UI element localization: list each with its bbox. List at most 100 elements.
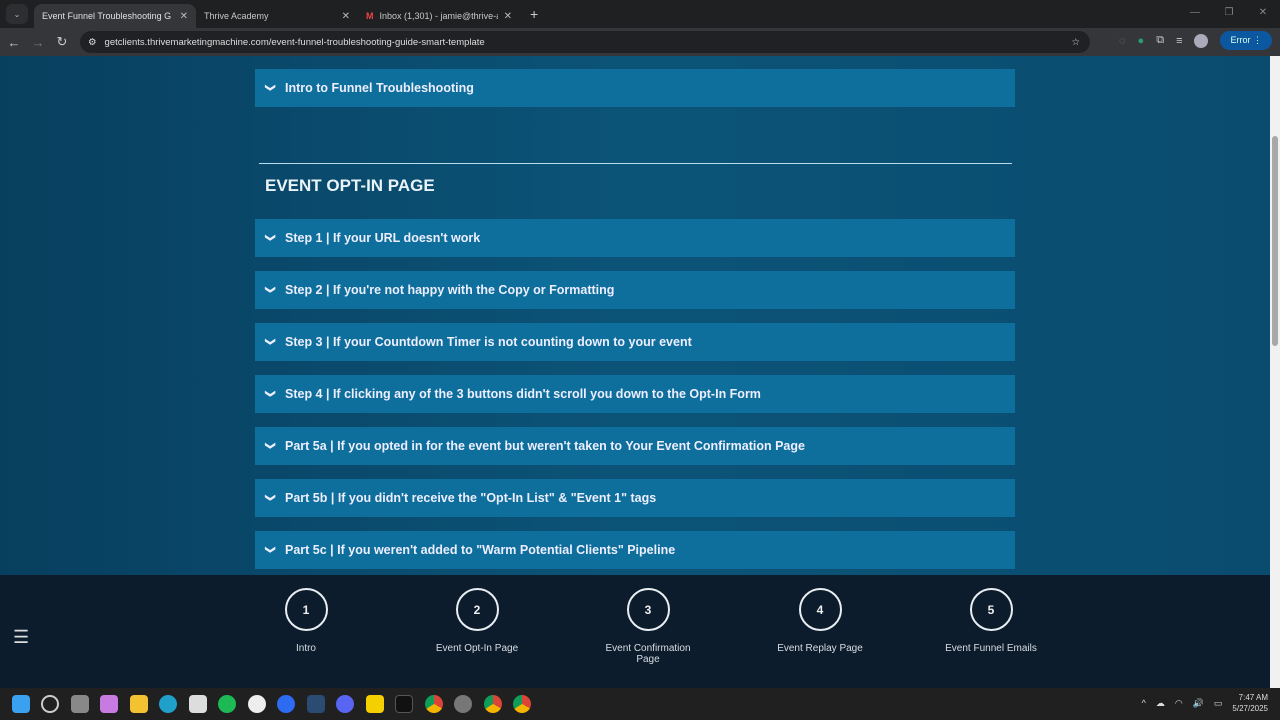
terminal-icon[interactable] (395, 695, 413, 713)
accordion-item[interactable]: ❯ Step 3 | If your Countdown Timer is not… (255, 323, 1015, 361)
profile-error-button[interactable]: Error ⋮ (1220, 31, 1272, 50)
step-label: Event Confirmation Page (605, 643, 691, 665)
windows-start-icon[interactable] (11, 695, 30, 713)
accordion-item[interactable]: ❯ Step 4 | If clicking any of the 3 butto… (255, 375, 1015, 413)
step-nav-item[interactable]: 3 Event Confirmation Page (593, 588, 703, 665)
accordion-label: Part 5a | If you opted in for the event … (285, 439, 805, 453)
forward-icon[interactable]: → (26, 35, 50, 50)
step-number-circle[interactable]: 5 (969, 588, 1013, 631)
close-tab-icon[interactable]: ✕ (504, 11, 512, 22)
spotify-icon[interactable] (218, 695, 236, 713)
section-title: EVENT OPT-IN PAGE (265, 176, 435, 195)
step-label: Event Funnel Emails (945, 643, 1037, 654)
tab-bar: ⌄ Event Funnel Troubleshooting G ✕ Thrive… (0, 0, 1280, 28)
discord-icon[interactable] (336, 695, 354, 713)
accordion-item[interactable]: ❯ Step 2 | If you're not happy with the C… (255, 271, 1015, 309)
url-text: getclients.thrivemarketingmachine.com/ev… (104, 36, 485, 48)
restore-icon[interactable]: ❐ (1212, 0, 1246, 26)
hamburger-menu-icon[interactable]: ☰ (13, 627, 29, 648)
tab-thrive-academy[interactable]: Thrive Academy ✕ (196, 4, 358, 28)
site-settings-icon[interactable]: ⚙ (88, 37, 97, 48)
close-tab-icon[interactable]: ✕ (342, 11, 350, 22)
step-nav-item[interactable]: 2 Event Opt-In Page (422, 588, 532, 654)
chrome-icon[interactable] (483, 695, 502, 713)
step-label: Event Replay Page (777, 643, 863, 654)
search-icon[interactable] (41, 695, 59, 713)
accordion-label: Step 3 | If your Countdown Timer is not … (285, 335, 692, 349)
extensions-puzzle-icon[interactable]: ⧉ (1156, 34, 1164, 47)
avatar[interactable] (1194, 33, 1209, 48)
bookmark-star-icon[interactable]: ☆ (1071, 37, 1080, 48)
close-window-icon[interactable]: ✕ (1246, 0, 1280, 26)
step-nav-item[interactable]: 4 Event Replay Page (765, 588, 875, 654)
clock[interactable]: 7:47 AM 5/27/2025 (1232, 692, 1268, 714)
step-number-circle[interactable]: 2 (455, 588, 499, 631)
new-tab-button[interactable]: + (530, 6, 538, 22)
chevron-down-icon: ❯ (264, 233, 276, 242)
volume-icon[interactable]: 🔊 (1193, 698, 1204, 709)
tab-title: Event Funnel Troubleshooting G (42, 11, 172, 21)
chevron-down-icon: ❯ (264, 83, 276, 92)
wifi-icon[interactable]: ◠ (1175, 698, 1183, 709)
reload-icon[interactable]: ↻ (50, 34, 74, 50)
accordion-intro[interactable]: ❯ Intro to Funnel Troubleshooting (255, 69, 1015, 107)
accordion-label: Step 1 | If your URL doesn't work (285, 231, 481, 245)
steam-icon[interactable] (306, 695, 325, 713)
tab-list-button[interactable]: ⌄ (6, 4, 28, 24)
chevron-down-icon: ❯ (264, 545, 276, 554)
task-view-icon[interactable] (70, 695, 89, 713)
url-bar[interactable]: ⚙ getclients.thrivemarketingmachine.com/e… (80, 31, 1090, 53)
file-explorer-icon[interactable] (129, 695, 148, 713)
accordion-label: Intro to Funnel Troubleshooting (285, 81, 474, 95)
accordion-item[interactable]: ❯ Part 5b | If you didn't receive the "Op… (255, 479, 1015, 517)
step-number-circle[interactable]: 4 (798, 588, 842, 631)
accordion-item[interactable]: ❯ Step 1 | If your URL doesn't work (255, 219, 1015, 257)
taskbar: ^ ☁ ◠ 🔊 ▭ 7:47 AM 5/27/2025 (0, 688, 1280, 720)
page-content: ❯ Intro to Funnel Troubleshooting EVENT O… (0, 56, 1270, 688)
step-number-circle[interactable]: 3 (626, 588, 670, 631)
bottom-step-nav: ☰ 1 Intro 2 Event Opt-In Page 3 Event Confirm… (0, 575, 1270, 688)
store-icon[interactable] (188, 695, 207, 713)
chevron-down-icon: ❯ (264, 285, 276, 294)
step-label: Intro (295, 643, 316, 654)
close-tab-icon[interactable]: ✕ (180, 11, 188, 22)
step-nav-item[interactable]: 1 Intro (251, 588, 361, 654)
grammarly-icon[interactable]: ● (1138, 35, 1145, 47)
zoom-icon[interactable] (277, 695, 295, 713)
chevron-down-icon: ❯ (264, 441, 276, 450)
accordion-item[interactable]: ❯ Part 5c | If you weren't added to "Warm… (255, 531, 1015, 569)
accordion-label: Step 4 | If clicking any of the 3 button… (285, 387, 761, 401)
chrome-icon[interactable] (513, 695, 531, 713)
app-d-icon[interactable] (247, 695, 266, 713)
scrollbar[interactable] (1270, 56, 1280, 688)
scrollbar-thumb[interactable] (1272, 136, 1278, 346)
battery-icon[interactable]: ▭ (1214, 698, 1223, 709)
tab-title: Thrive Academy (204, 11, 269, 21)
back-icon[interactable]: ← (2, 35, 26, 50)
settings-icon[interactable] (454, 695, 472, 713)
tab-inbox[interactable]: M Inbox (1,301) - jamie@thrive-a ✕ (358, 4, 520, 28)
chrome-icon[interactable] (424, 695, 443, 713)
minimize-icon[interactable]: — (1178, 0, 1212, 26)
extension-icon[interactable]: ◌ (1119, 35, 1126, 47)
address-bar-row: ← → ↻ ⚙ getclients.thrivemarketingmachine… (0, 28, 1280, 56)
tab-event-funnel[interactable]: Event Funnel Troubleshooting G ✕ (34, 4, 196, 28)
step-number-circle[interactable]: 1 (284, 588, 328, 631)
sticky-notes-icon[interactable] (365, 695, 384, 713)
step-label: Event Opt-In Page (435, 643, 519, 654)
accordion-item[interactable]: ❯ Part 5a | If you opted in for the event… (255, 427, 1015, 465)
accordion-label: Step 2 | If you're not happy with the Co… (285, 283, 615, 297)
tab-title: Inbox (1,301) - jamie@thrive-a (379, 11, 498, 21)
chevron-down-icon: ❯ (264, 493, 276, 502)
edge-icon[interactable] (159, 695, 177, 713)
copilot-icon[interactable] (100, 695, 118, 713)
accordion-label: Part 5b | If you didn't receive the "Opt… (285, 491, 657, 505)
chevron-down-icon: ❯ (264, 337, 276, 346)
gmail-icon: M (366, 11, 374, 21)
show-hidden-icons[interactable]: ^ (1142, 698, 1146, 708)
chevron-down-icon: ❯ (264, 389, 276, 398)
step-nav-item[interactable]: 5 Event Funnel Emails (936, 588, 1046, 654)
cloud-icon[interactable]: ☁ (1156, 698, 1165, 709)
media-control-icon[interactable]: ≡ (1176, 35, 1182, 47)
divider (259, 163, 1012, 164)
